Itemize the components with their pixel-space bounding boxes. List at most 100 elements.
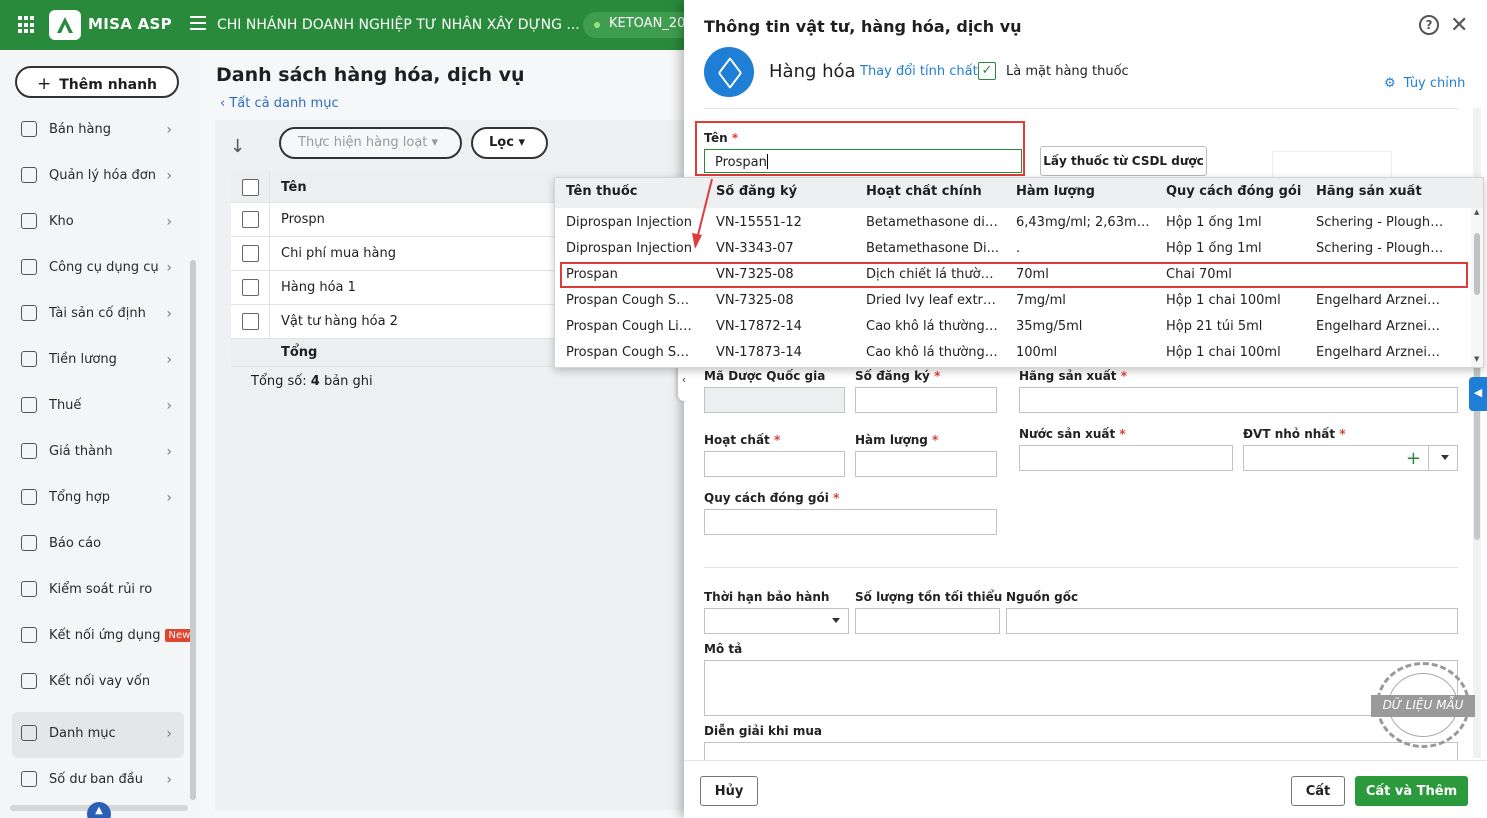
add-plus-icon[interactable]: + — [1406, 448, 1421, 469]
save-and-add-button[interactable]: Cất và Thêm — [1355, 776, 1468, 806]
company-name[interactable]: CHI NHÁNH DOANH NGHIỆP TƯ NHÂN XÂY DỰNG … — [217, 17, 580, 33]
scroll-down-icon[interactable]: ▼ — [1474, 355, 1479, 363]
sidebar-item[interactable]: Danh mục › — [12, 712, 184, 758]
country-input[interactable] — [1019, 445, 1233, 471]
row-checkbox[interactable] — [242, 279, 259, 296]
row-checkbox[interactable] — [242, 245, 259, 262]
dropdown-row[interactable]: Prospan Cough Syr... VN-7325-08 Dried Ivy … — [555, 289, 1473, 315]
chevron-right-icon: › — [166, 352, 172, 368]
dropdown-cell: Hộp 21 túi 5ml — [1166, 319, 1263, 334]
help-icon[interactable]: ? — [1419, 15, 1439, 35]
bulk-action-button[interactable]: Thực hiện hàng loạt ▾ — [279, 127, 462, 159]
sidebar-item-label: Bán hàng — [49, 122, 111, 137]
packing-label: Quy cách đóng gói * — [704, 491, 840, 505]
national-code-input — [704, 387, 845, 413]
cancel-button[interactable]: Hủy — [700, 776, 758, 806]
dropdown-cell: VN-17872-14 — [716, 319, 802, 334]
column-header-name[interactable]: Tên — [281, 180, 307, 195]
sidebar-item[interactable]: Báo cáo — [12, 522, 184, 568]
description-textarea[interactable] — [704, 660, 1458, 716]
sidebar-item[interactable]: Quản lý hóa đơn › — [12, 154, 184, 200]
sidebar-item[interactable]: Kết nối ứng dụng New — [12, 614, 195, 660]
purchase-note-textarea[interactable] — [704, 742, 1458, 762]
name-input[interactable]: Prospan — [704, 149, 1022, 173]
content-label: Hàm lượng * — [855, 433, 939, 447]
divider — [704, 108, 1459, 109]
scroll-up-icon[interactable]: ▲ — [1474, 208, 1479, 216]
is-drug-checkbox[interactable]: ✓ — [978, 62, 996, 80]
salary-icon — [21, 351, 37, 367]
sidebar-item[interactable]: Thuế › — [12, 384, 184, 430]
apps-grid-icon[interactable] — [18, 16, 36, 34]
sidebar-item[interactable]: Tổng hợp › — [12, 476, 184, 522]
is-drug-label: Là mặt hàng thuốc — [1006, 64, 1129, 79]
chevron-right-icon: › — [166, 122, 172, 138]
collapse-left-icon[interactable]: ‹ — [678, 363, 690, 401]
dropdown-cell: Prospan Cough Syr... — [566, 345, 696, 360]
sidebar-item[interactable]: Tài sản cố định › — [12, 292, 184, 338]
cell-name: Hàng hóa 1 — [281, 280, 356, 295]
sidebar-item[interactable]: Bán hàng › — [12, 108, 184, 154]
active-ingredient-input[interactable] — [704, 451, 845, 477]
cell-name: Vật tư hàng hóa 2 — [281, 314, 398, 329]
caret-down-icon: ▾ — [518, 135, 525, 150]
min-stock-input[interactable] — [855, 608, 1000, 634]
top-bar: MISA ASP CHI NHÁNH DOANH NGHIỆP TƯ NHÂN … — [0, 0, 703, 50]
change-type-link[interactable]: Thay đổi tính chất — [860, 64, 978, 79]
reg-no-input[interactable] — [855, 387, 997, 413]
save-button[interactable]: Cất — [1291, 776, 1345, 806]
dropdown-cell: VN-7325-08 — [716, 267, 794, 282]
cell-name: Chi phí mua hàng — [281, 246, 396, 261]
dropdown-cell: Hộp 1 chai 100ml — [1166, 293, 1281, 308]
quick-add-button[interactable]: + Thêm nhanh — [15, 66, 179, 98]
summary-icon — [21, 489, 37, 505]
sidebar-item[interactable]: Giá thành › — [12, 430, 184, 476]
dropdown-row[interactable]: Prospan Cough Liq... VN-17872-14 Cao khô l… — [555, 315, 1473, 341]
close-icon[interactable]: ✕ — [1450, 13, 1468, 38]
dropdown-row-highlighted[interactable]: Prospan VN-7325-08 Dịch chiết lá thườn... 7… — [560, 262, 1468, 288]
dropdown-row[interactable]: Prospan Cough Syr... VN-17873-14 Cao khô l… — [555, 341, 1473, 367]
min-unit-combo[interactable]: + — [1243, 445, 1458, 471]
select-all-checkbox[interactable] — [242, 179, 259, 196]
warranty-select[interactable] — [704, 608, 849, 634]
national-code-label: Mã Dược Quốc gia — [704, 369, 826, 383]
count-suffix: bản ghi — [319, 374, 373, 389]
packing-input[interactable] — [704, 509, 997, 535]
manufacturer-input[interactable] — [1019, 387, 1458, 413]
dropdown-cell: 35mg/5ml — [1016, 319, 1083, 334]
get-drug-from-db-button[interactable]: Lấy thuốc từ CSDL dược — [1040, 146, 1207, 176]
sidebar-item[interactable]: Kiểm soát rủi ro — [12, 568, 184, 614]
min-stock-label: Số lượng tồn tối thiểu — [855, 590, 1003, 604]
count-prefix: Tổng số: — [251, 374, 311, 389]
row-checkbox[interactable] — [242, 211, 259, 228]
breadcrumb[interactable]: ‹ Tất cả danh mục — [220, 96, 339, 111]
invoice-icon — [21, 167, 37, 183]
sidebar-item[interactable]: Kho › — [12, 200, 184, 246]
content-input[interactable] — [855, 451, 997, 477]
dropdown-cell: Diprospan Injection — [566, 215, 692, 230]
report-icon — [21, 535, 37, 551]
dropdown-column-header: Tên thuốc — [566, 184, 638, 199]
sidebar-item[interactable]: Tiền lương › — [12, 338, 184, 384]
dropdown-cell: Prospan — [566, 267, 618, 282]
dropdown-cell: Cao khô lá thường ... — [866, 345, 1001, 360]
annotation-arrow — [692, 178, 713, 249]
chevron-right-icon: › — [166, 260, 172, 276]
hamburger-menu-icon[interactable] — [190, 16, 206, 30]
sidebar-item[interactable]: Công cụ dụng cụ › — [12, 246, 184, 292]
origin-label: Nguồn gốc — [1006, 590, 1079, 604]
expand-panel-icon[interactable]: ◀ — [1469, 377, 1487, 411]
filter-button[interactable]: Lọc ▾ — [471, 127, 548, 159]
reg-no-label: Số đăng ký * — [855, 369, 941, 383]
origin-input[interactable] — [1006, 608, 1458, 634]
customize-link[interactable]: ⚙ Tùy chỉnh — [1384, 76, 1465, 91]
dialog-title: Thông tin vật tư, hàng hóa, dịch vụ — [704, 17, 1022, 36]
chevron-right-icon: › — [166, 398, 172, 414]
dropdown-arrow-icon[interactable] — [1441, 455, 1449, 460]
dropdown-scrollbar[interactable] — [1474, 233, 1480, 295]
row-checkbox[interactable] — [242, 313, 259, 330]
sort-down-icon[interactable]: ↓ — [230, 136, 245, 157]
sidebar-scrollbar[interactable] — [190, 260, 196, 800]
sidebar-item[interactable]: Số dư ban đầu › — [12, 758, 184, 804]
sidebar-item[interactable]: Kết nối vay vốn — [12, 660, 184, 706]
